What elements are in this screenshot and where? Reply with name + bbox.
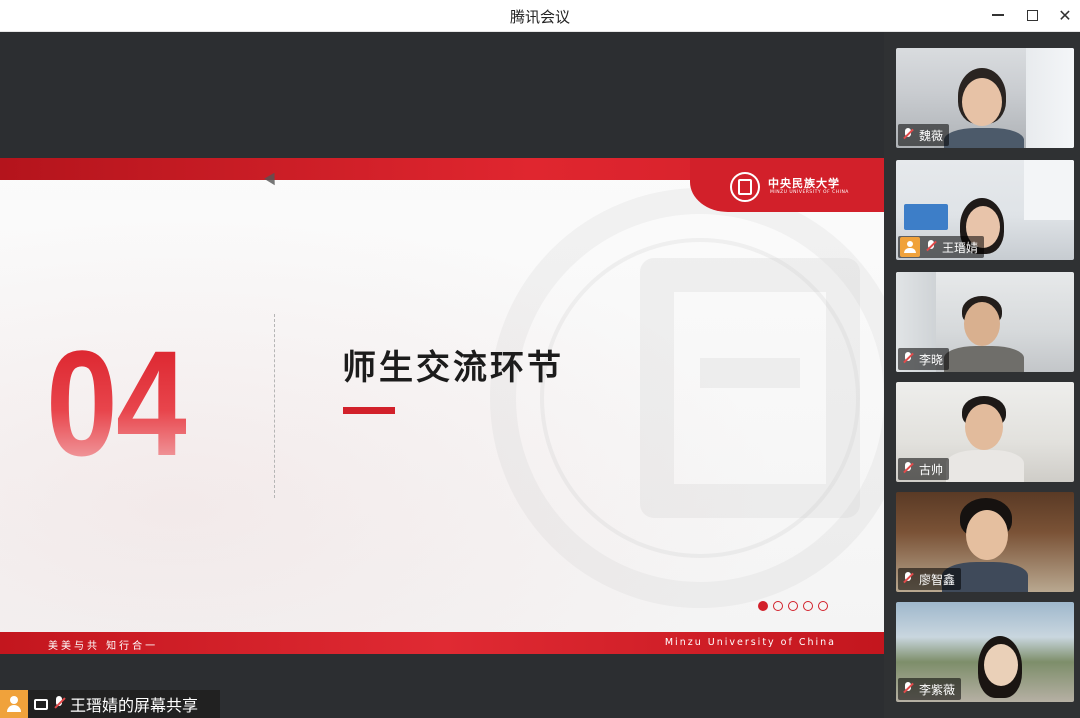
participant-name: 魏薇 — [919, 128, 944, 143]
participant-name-tag: 古帅 — [898, 458, 950, 480]
section-number: 04 — [46, 319, 188, 487]
mic-muted-icon — [52, 696, 66, 712]
university-logo-name: 中央民族大学 — [768, 177, 840, 190]
pager-dot[interactable] — [818, 601, 828, 611]
participant-avatar — [900, 237, 920, 257]
pager-dot[interactable] — [803, 601, 813, 611]
section-divider — [274, 314, 275, 498]
mic-muted-icon — [902, 462, 914, 476]
participant-panel: 魏薇 王瑨婧 李晓 古帅 廖智鑫 李紫薇 — [884, 32, 1080, 718]
participant-tile[interactable]: 廖智鑫 — [896, 492, 1074, 592]
pager-dot[interactable] — [788, 601, 798, 611]
mic-muted-icon — [902, 572, 914, 586]
pager-dot[interactable] — [758, 601, 768, 611]
university-logo-english: MINZU UNIVERSITY OF CHINA — [770, 190, 849, 195]
pager-dot[interactable] — [773, 601, 783, 611]
participant-tile[interactable]: 李晓 — [896, 272, 1074, 372]
participant-tile[interactable]: 李紫薇 — [896, 602, 1074, 702]
screen-share-label[interactable]: 王瑨婧的屏幕共享 — [0, 690, 220, 718]
window-titlebar: 腾讯会议 ✕ — [0, 0, 1080, 32]
shared-slide: 中央民族大学 MINZU UNIVERSITY OF CHINA 04 师生交流… — [0, 158, 884, 654]
mic-muted-icon — [925, 240, 937, 254]
maximize-button[interactable] — [1020, 4, 1044, 26]
participant-name-tag: 李晓 — [898, 348, 950, 370]
participant-name: 李紫薇 — [919, 682, 956, 697]
participant-name-tag: 廖智鑫 — [898, 568, 962, 590]
title-underline — [343, 407, 395, 414]
person-icon — [904, 241, 916, 253]
close-icon: ✕ — [1058, 5, 1072, 25]
slide-bottom-band: 美美与共 知行合一 Minzu University of China — [0, 632, 884, 654]
sharer-avatar — [0, 690, 28, 718]
participant-name: 李晓 — [919, 352, 944, 367]
minimize-icon — [992, 14, 1004, 16]
seal-watermark-bar — [700, 358, 800, 388]
participant-name: 王瑨婧 — [942, 240, 979, 255]
close-button[interactable]: ✕ — [1053, 4, 1077, 26]
participant-name: 古帅 — [919, 462, 944, 477]
maximize-icon — [1026, 9, 1038, 21]
participant-name-tag: 魏薇 — [898, 124, 950, 146]
seal-watermark-glyph — [640, 258, 860, 518]
university-english-name: Minzu University of China — [664, 637, 836, 648]
university-motto: 美美与共 知行合一 — [48, 641, 159, 652]
slide-pager — [758, 601, 828, 611]
minimize-button[interactable] — [986, 4, 1010, 26]
mic-muted-icon — [902, 352, 914, 366]
section-title: 师生交流环节 — [342, 348, 564, 388]
main-stage: 中央民族大学 MINZU UNIVERSITY OF CHINA 04 师生交流… — [0, 32, 884, 718]
participant-name-tag: 王瑨婧 — [898, 236, 985, 258]
participant-tile[interactable]: 魏薇 — [896, 48, 1074, 148]
mic-muted-icon — [902, 682, 914, 696]
screen-share-icon — [34, 698, 48, 710]
university-logo-icon — [730, 172, 760, 202]
screen-share-text: 王瑨婧的屏幕共享 — [70, 696, 199, 715]
participant-name: 廖智鑫 — [919, 572, 956, 587]
window-title: 腾讯会议 — [509, 8, 570, 26]
person-icon — [6, 696, 22, 712]
mic-muted-icon — [902, 128, 914, 142]
participant-tile[interactable]: 古帅 — [896, 382, 1074, 482]
participant-name-tag: 李紫薇 — [898, 678, 962, 700]
participant-tile[interactable]: 王瑨婧 — [896, 160, 1074, 260]
